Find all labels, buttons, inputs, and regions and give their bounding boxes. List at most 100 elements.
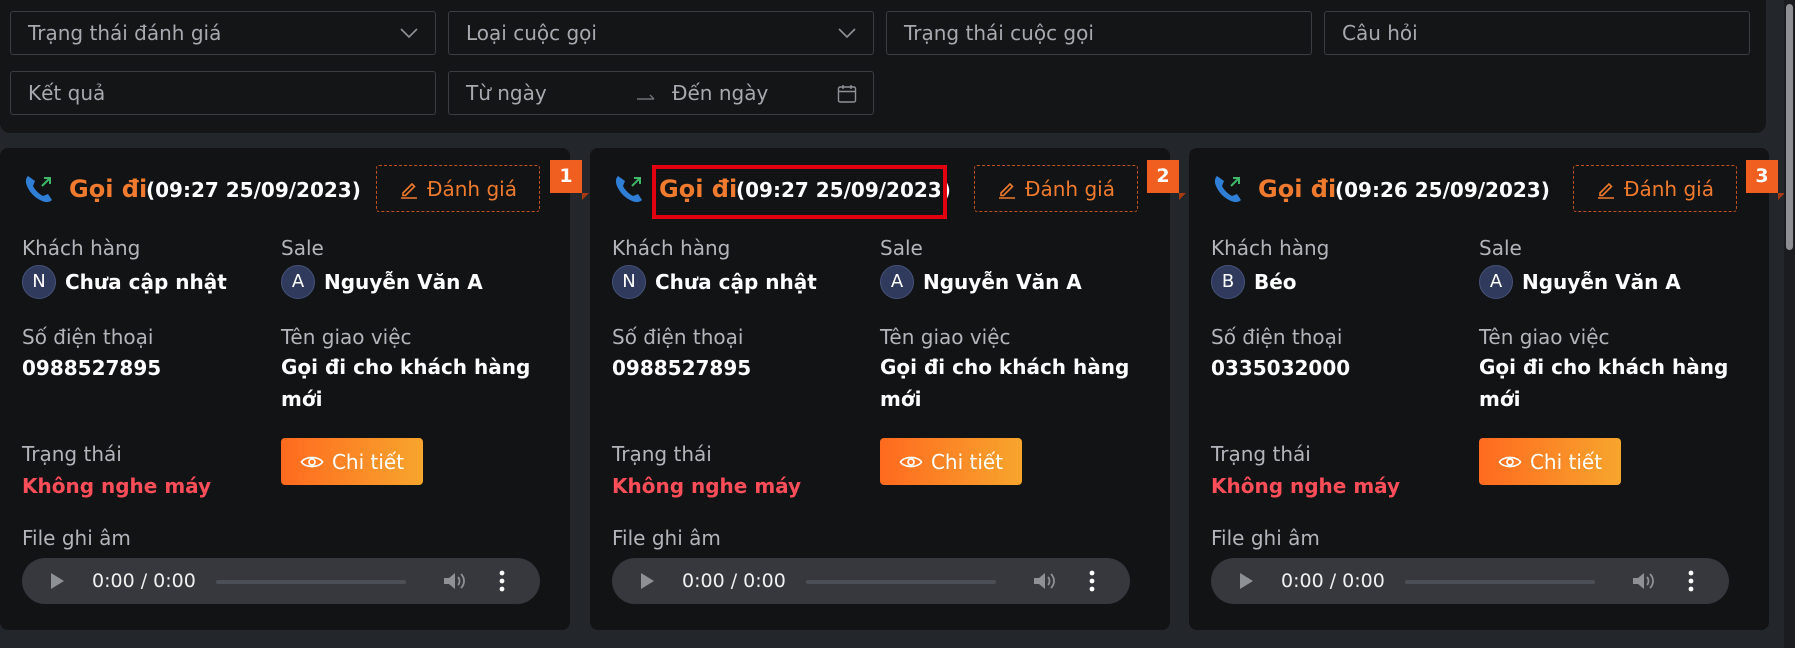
rate-button[interactable]: Đánh giá (974, 165, 1138, 212)
sale-name: Nguyễn Văn A (1522, 270, 1681, 294)
more-options-icon[interactable] (1088, 570, 1096, 592)
call-card: Gọi đi (09:27 25/09/2023) Đánh giá 1 Khá… (0, 148, 589, 630)
card-index-badge: 3 (1746, 160, 1785, 200)
detail-button[interactable]: Chi tiết (281, 438, 423, 485)
detail-button[interactable]: Chi tiết (880, 438, 1022, 485)
phone-label: Số điện thoại (1211, 325, 1343, 349)
call-card: Gọi đi (09:26 25/09/2023) Đánh giá 3 Khá… (1189, 148, 1785, 630)
call-type-label: Gọi đi (69, 175, 148, 203)
more-options-icon[interactable] (1687, 570, 1695, 592)
card-index-badge: 1 (550, 160, 589, 200)
card-index-badge: 2 (1147, 160, 1186, 200)
status-label: Trạng thái (1211, 442, 1311, 466)
call-time: (09:26 25/09/2023) (1335, 178, 1550, 202)
status-label: Trạng thái (22, 442, 122, 466)
sale-label: Sale (281, 236, 324, 260)
play-icon[interactable] (638, 571, 656, 591)
call-time: (09:27 25/09/2023) (146, 178, 361, 202)
outgoing-call-icon (25, 176, 52, 203)
call-type-placeholder: Loại cuộc gọi (466, 21, 597, 45)
question-input[interactable]: Câu hỏi (1324, 11, 1750, 55)
result-input[interactable]: Kết quả (10, 71, 436, 115)
phone-number: 0335032000 (1211, 356, 1351, 380)
status-label: Trạng thái (612, 442, 712, 466)
rate-button[interactable]: Đánh giá (1573, 165, 1737, 212)
customer-name: Chưa cập nhật (655, 270, 817, 294)
highlight-box (652, 165, 947, 219)
recording-label: File ghi âm (1211, 526, 1320, 550)
volume-icon[interactable] (442, 570, 468, 592)
sale-name: Nguyễn Văn A (923, 270, 1082, 294)
calendar-icon (837, 85, 857, 103)
call-status-placeholder: Trạng thái cuộc gọi (904, 21, 1094, 45)
call-status-input[interactable]: Trạng thái cuộc gọi (886, 11, 1312, 55)
task-name: Gọi đi cho khách hàng mới (1479, 355, 1729, 411)
recording-label: File ghi âm (22, 526, 131, 550)
task-name: Gọi đi cho khách hàng mới (880, 355, 1130, 411)
evaluation-status-select[interactable]: Trạng thái đánh giá (10, 11, 436, 55)
outgoing-call-icon (1214, 176, 1241, 203)
edit-icon (401, 182, 417, 199)
rate-button[interactable]: Đánh giá (376, 165, 540, 212)
volume-icon[interactable] (1032, 570, 1058, 592)
detail-label: Chi tiết (930, 449, 1004, 474)
sale-avatar: A (1479, 265, 1513, 299)
recording-label: File ghi âm (612, 526, 721, 550)
sale-avatar: A (880, 265, 914, 299)
task-label: Tên giao việc (281, 325, 412, 349)
eye-icon (899, 456, 923, 467)
edit-icon (999, 182, 1015, 199)
arrow-right-icon (637, 94, 655, 100)
task-name: Gọi đi cho khách hàng mới (281, 355, 531, 411)
to-date-placeholder[interactable]: Đến ngày (672, 72, 768, 114)
phone-label: Số điện thoại (612, 325, 744, 349)
call-card: Gọi đi (09:27 25/09/2023) Đánh giá 2 Khá… (590, 148, 1186, 630)
sale-name: Nguyễn Văn A (324, 270, 483, 294)
phone-number: 0988527895 (22, 356, 162, 380)
question-placeholder: Câu hỏi (1342, 21, 1418, 45)
customer-label: Khách hàng (22, 236, 141, 260)
detail-button[interactable]: Chi tiết (1479, 438, 1621, 485)
audio-time: 0:00 / 0:00 (682, 570, 786, 592)
customer-avatar: B (1211, 265, 1245, 299)
customer-avatar: N (612, 265, 646, 299)
rate-label: Đánh giá (427, 176, 517, 201)
customer-label: Khách hàng (1211, 236, 1330, 260)
audio-player[interactable]: 0:00 / 0:00 (612, 558, 1130, 604)
audio-time: 0:00 / 0:00 (92, 570, 196, 592)
audio-progress-track[interactable] (216, 580, 406, 584)
detail-label: Chi tiết (1529, 449, 1603, 474)
call-status: Không nghe máy (1211, 474, 1401, 498)
chevron-down-icon (400, 28, 418, 39)
result-placeholder: Kết quả (28, 81, 106, 105)
call-status: Không nghe máy (22, 474, 212, 498)
chevron-down-icon (838, 28, 856, 39)
eye-icon (300, 456, 324, 467)
customer-label: Khách hàng (612, 236, 731, 260)
sale-avatar: A (281, 265, 315, 299)
scrollbar-thumb[interactable] (1786, 4, 1793, 250)
audio-time: 0:00 / 0:00 (1281, 570, 1385, 592)
call-type-select[interactable]: Loại cuộc gọi (448, 11, 874, 55)
play-icon[interactable] (48, 571, 66, 591)
audio-progress-track[interactable] (806, 580, 996, 584)
from-date-placeholder[interactable]: Từ ngày (466, 81, 547, 105)
audio-player[interactable]: 0:00 / 0:00 (1211, 558, 1729, 604)
eye-icon (1498, 456, 1522, 467)
play-icon[interactable] (1237, 571, 1255, 591)
volume-icon[interactable] (1631, 570, 1657, 592)
phone-label: Số điện thoại (22, 325, 154, 349)
detail-label: Chi tiết (331, 449, 405, 474)
audio-progress-track[interactable] (1405, 580, 1595, 584)
task-label: Tên giao việc (880, 325, 1011, 349)
rate-label: Đánh giá (1624, 176, 1714, 201)
edit-icon (1598, 182, 1614, 199)
date-range-picker[interactable]: Từ ngày Đến ngày (448, 71, 874, 115)
rate-label: Đánh giá (1025, 176, 1115, 201)
call-status: Không nghe máy (612, 474, 802, 498)
task-label: Tên giao việc (1479, 325, 1610, 349)
audio-player[interactable]: 0:00 / 0:00 (22, 558, 540, 604)
scrollbar[interactable] (1784, 0, 1795, 648)
sale-label: Sale (880, 236, 923, 260)
more-options-icon[interactable] (498, 570, 506, 592)
